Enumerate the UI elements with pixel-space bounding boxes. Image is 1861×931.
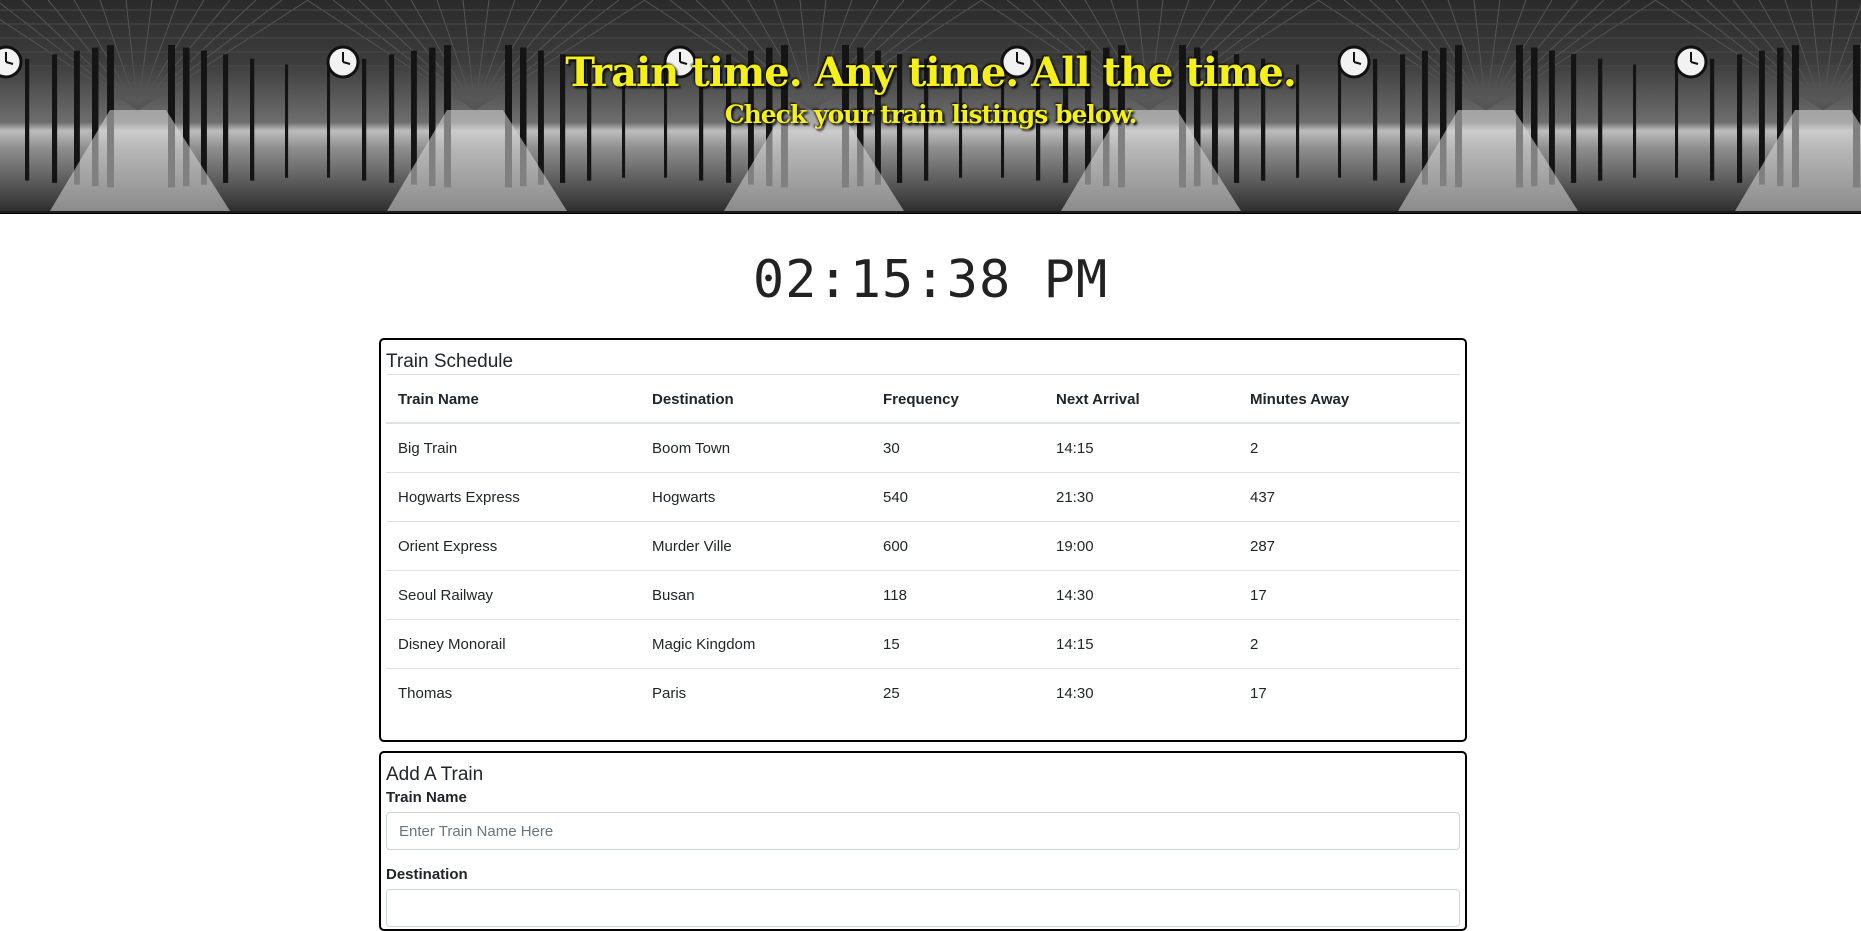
- schedule-heading: Train Schedule: [386, 351, 514, 372]
- current-time-clock: 02:15:38 PM: [752, 250, 1109, 310]
- cell-train-name: Disney Monorail: [386, 619, 640, 669]
- cell-frequency: 600: [871, 521, 1044, 571]
- table-row: Orient Express Murder Ville 600 19:00 28…: [386, 521, 1460, 571]
- table-row: Thomas Paris 25 14:30 17: [386, 669, 1460, 718]
- page-subtitle: Check your train listings below.: [724, 100, 1138, 129]
- cell-train-name: Big Train: [386, 423, 640, 473]
- cell-train-name: Seoul Railway: [386, 570, 640, 620]
- train-name-label: Train Name: [386, 789, 467, 806]
- cell-destination: Magic Kingdom: [640, 619, 871, 669]
- cell-next-arrival: 14:15: [1044, 619, 1238, 669]
- cell-next-arrival: 14:30: [1044, 570, 1238, 620]
- cell-frequency: 118: [871, 570, 1044, 620]
- cell-frequency: 25: [883, 685, 900, 702]
- cell-destination: Murder Ville: [640, 521, 871, 571]
- cell-minutes-away: 2: [1238, 423, 1460, 473]
- col-destination: Destination: [640, 374, 871, 424]
- cell-next-arrival: 21:30: [1044, 472, 1238, 522]
- table-row: Disney Monorail Magic Kingdom 15 14:15 2: [386, 619, 1460, 669]
- train-name-input[interactable]: [386, 812, 1460, 850]
- col-minutes-away: Minutes Away: [1238, 374, 1460, 424]
- train-schedule-panel: Train Schedule Train Name Destination Fr…: [379, 338, 1467, 742]
- cell-next-arrival: 14:15: [1044, 423, 1238, 473]
- destination-label: Destination: [386, 866, 468, 883]
- page-title: Train time. Any time. All the time.: [565, 49, 1297, 96]
- cell-train-name: Orient Express: [386, 521, 640, 571]
- cell-next-arrival: 19:00: [1044, 521, 1238, 571]
- add-train-panel: Add A Train Train Name Destination: [379, 751, 1467, 931]
- add-train-heading: Add A Train: [386, 764, 484, 785]
- cell-minutes-away: 2: [1238, 619, 1460, 669]
- cell-frequency: 540: [871, 472, 1044, 522]
- cell-minutes-away: 287: [1238, 521, 1460, 571]
- cell-train-name: Hogwarts Express: [386, 472, 640, 522]
- col-frequency: Frequency: [871, 374, 1044, 424]
- header-banner: Train time. Any time. All the time. Chec…: [0, 0, 1861, 214]
- cell-destination: Hogwarts: [640, 472, 871, 522]
- cell-next-arrival: 14:30: [1056, 685, 1094, 702]
- header-title-block: Train time. Any time. All the time. Chec…: [0, 48, 1861, 132]
- cell-train-name: Thomas: [398, 685, 453, 702]
- cell-minutes-away: 437: [1238, 472, 1460, 522]
- col-train-name: Train Name: [386, 374, 640, 424]
- cell-frequency: 15: [871, 619, 1044, 669]
- table-row: Seoul Railway Busan 118 14:30 17: [386, 570, 1460, 620]
- schedule-table: Train Name Destination Frequency Next Ar…: [386, 374, 1460, 717]
- table-header-row: Train Name Destination Frequency Next Ar…: [386, 374, 1460, 424]
- cell-destination: Paris: [652, 685, 687, 702]
- cell-destination: Boom Town: [640, 423, 871, 473]
- cell-destination: Busan: [640, 570, 871, 620]
- table-row: Big Train Boom Town 30 14:15 2: [386, 423, 1460, 473]
- col-next-arrival: Next Arrival: [1044, 374, 1238, 424]
- cell-frequency: 30: [871, 423, 1044, 473]
- destination-input[interactable]: [386, 889, 1460, 927]
- table-row: Hogwarts Express Hogwarts 540 21:30 437: [386, 472, 1460, 522]
- cell-minutes-away: 17: [1250, 685, 1267, 702]
- cell-minutes-away: 17: [1238, 570, 1460, 620]
